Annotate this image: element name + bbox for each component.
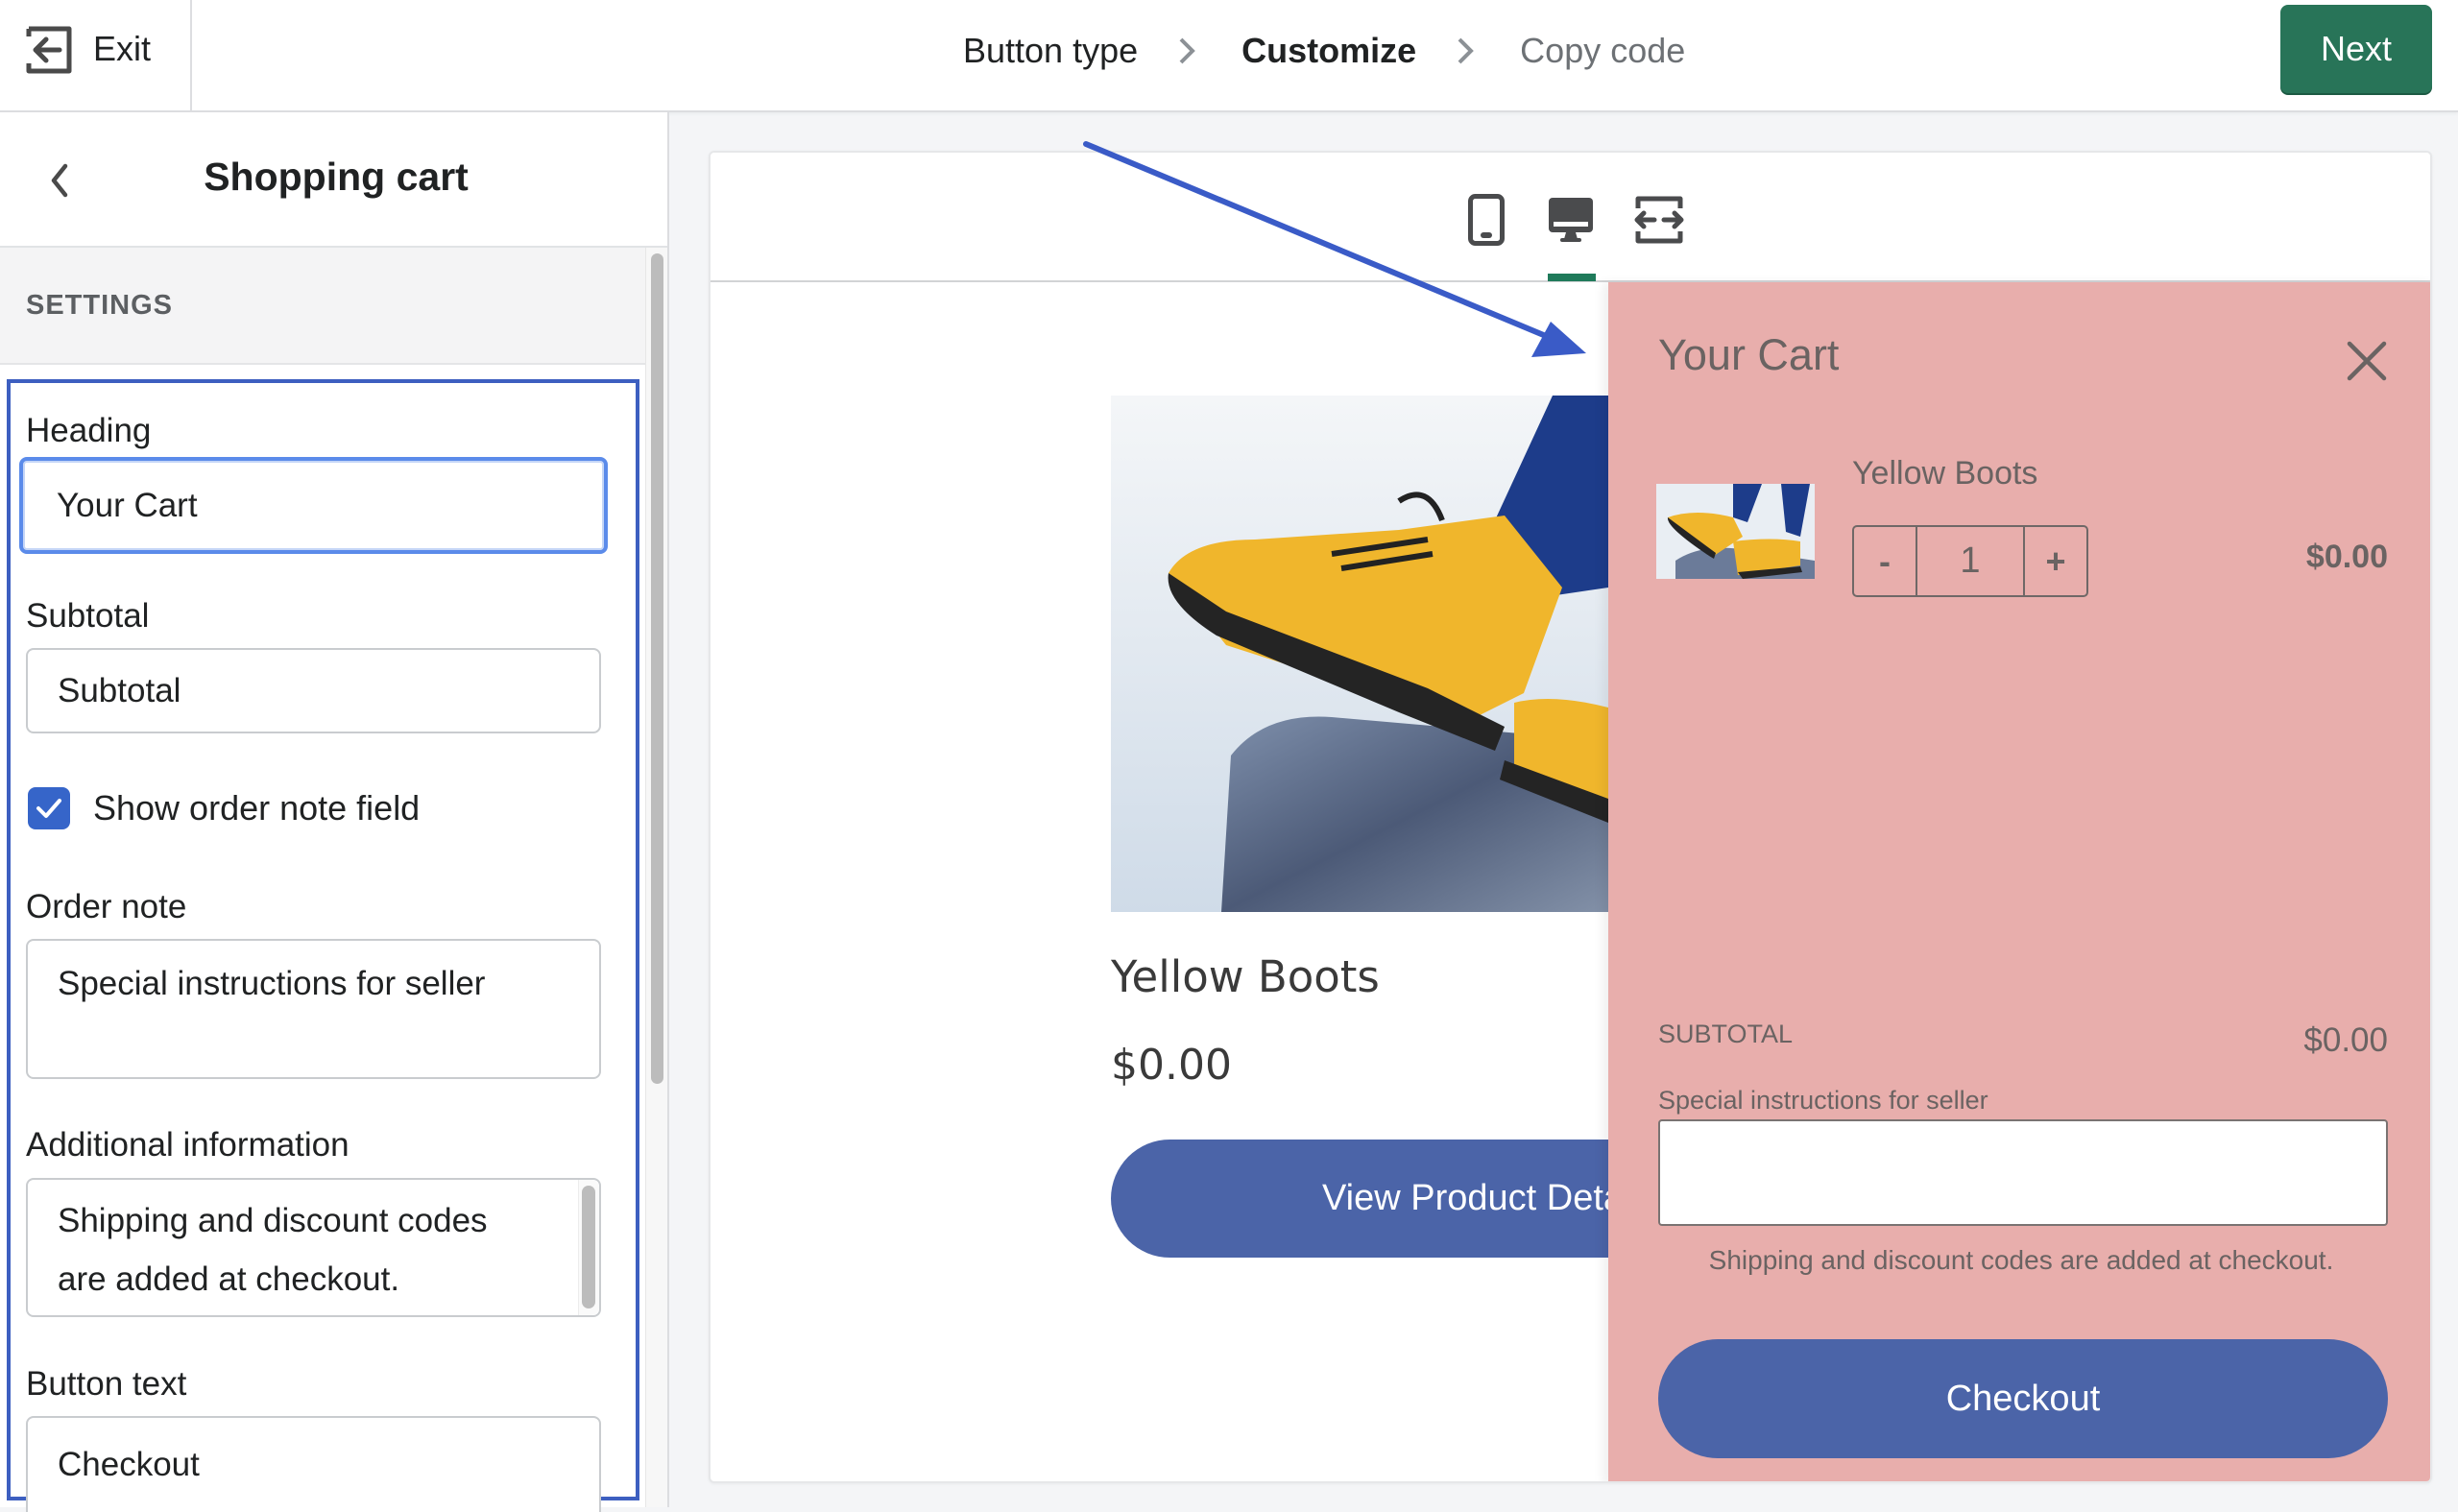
breadcrumb-button-type[interactable]: Button type bbox=[963, 31, 1138, 71]
top-bar: Exit Button type Customize Copy code Nex… bbox=[0, 0, 2458, 112]
quantity-increment-button[interactable]: + bbox=[2025, 527, 2086, 595]
sidebar-title: Shopping cart bbox=[204, 155, 469, 199]
checkmark-icon bbox=[36, 799, 61, 818]
button-text-input[interactable]: Checkout bbox=[26, 1416, 601, 1512]
cart-item-price: $0.00 bbox=[2305, 539, 2388, 575]
textarea-scrollbar[interactable] bbox=[578, 1180, 599, 1315]
product-price: $0.00 bbox=[1111, 1041, 1232, 1090]
mobile-phone-icon bbox=[1468, 194, 1505, 246]
sidebar-scrollbar[interactable] bbox=[645, 248, 667, 1507]
settings-sidebar: Shopping cart SETTINGS Heading Your Cart… bbox=[0, 112, 669, 1512]
subtotal-input[interactable]: Subtotal bbox=[26, 648, 601, 733]
next-button[interactable]: Next bbox=[2280, 5, 2432, 93]
checkout-button[interactable]: Checkout bbox=[1658, 1339, 2388, 1458]
exit-arrow-icon bbox=[26, 26, 72, 74]
active-view-indicator bbox=[1548, 274, 1596, 281]
cart-note-label: Special instructions for seller bbox=[1658, 1086, 1988, 1115]
cart-title: Your Cart bbox=[1658, 330, 1840, 379]
subtotal-label: Subtotal bbox=[26, 597, 150, 635]
textarea-scrollbar-thumb[interactable] bbox=[582, 1186, 595, 1308]
settings-label: SETTINGS bbox=[26, 290, 174, 321]
view-mode-desktop[interactable] bbox=[1542, 191, 1600, 249]
cart-info-text: Shipping and discount codes are added at… bbox=[1708, 1245, 2334, 1275]
chevron-right-icon bbox=[1179, 37, 1195, 64]
heading-label: Heading bbox=[26, 412, 152, 449]
breadcrumb: Button type Customize Copy code bbox=[963, 27, 1685, 75]
exit-label: Exit bbox=[93, 29, 152, 68]
quantity-stepper: - 1 + bbox=[1852, 525, 2088, 597]
heading-input[interactable]: Your Cart bbox=[19, 457, 608, 554]
additional-info-textarea[interactable]: Shipping and discount codes are added at… bbox=[26, 1178, 601, 1317]
expand-horizontal-icon bbox=[1634, 196, 1684, 244]
close-icon[interactable] bbox=[2346, 340, 2388, 382]
preview-toolbar bbox=[711, 153, 2430, 282]
quantity-decrement-button[interactable]: - bbox=[1854, 527, 1916, 595]
quantity-value[interactable]: 1 bbox=[1916, 527, 2025, 595]
show-order-note-label[interactable]: Show order note field bbox=[93, 787, 420, 829]
cart-drawer: Your Cart Yellow Boots - 1 + $0.00 SUBTO… bbox=[1608, 282, 2430, 1481]
preview-panel: Yellow Boots $0.00 View Product Details … bbox=[709, 151, 2432, 1483]
desktop-monitor-icon bbox=[1549, 198, 1593, 242]
chevron-right-icon bbox=[1458, 37, 1475, 64]
cart-subtotal-value: $0.00 bbox=[2303, 1021, 2388, 1059]
cart-item-name: Yellow Boots bbox=[1852, 455, 2038, 492]
sidebar-header: Shopping cart bbox=[0, 112, 667, 248]
view-mode-full-width[interactable] bbox=[1630, 191, 1688, 249]
cart-note-textarea[interactable] bbox=[1658, 1119, 2388, 1226]
breadcrumb-copy-code[interactable]: Copy code bbox=[1520, 31, 1685, 71]
additional-info-text: Shipping and discount codes are added at… bbox=[58, 1202, 488, 1298]
product-image bbox=[1111, 396, 1608, 912]
exit-button[interactable]: Exit bbox=[0, 0, 192, 110]
view-mode-mobile[interactable] bbox=[1458, 191, 1515, 249]
breadcrumb-customize[interactable]: Customize bbox=[1241, 31, 1416, 71]
order-note-textarea[interactable]: Special instructions for seller bbox=[26, 939, 601, 1079]
button-text-label: Button text bbox=[26, 1365, 187, 1403]
cart-item-thumbnail bbox=[1656, 484, 1815, 579]
cart-subtotal-label: SUBTOTAL bbox=[1658, 1020, 1794, 1048]
sidebar-scrollbar-thumb[interactable] bbox=[651, 253, 663, 1084]
settings-section-header: SETTINGS bbox=[0, 248, 645, 365]
additional-info-label: Additional information bbox=[26, 1126, 349, 1164]
product-name: Yellow Boots bbox=[1111, 951, 1380, 1002]
show-order-note-checkbox[interactable] bbox=[28, 787, 70, 829]
order-note-label: Order note bbox=[26, 888, 187, 925]
